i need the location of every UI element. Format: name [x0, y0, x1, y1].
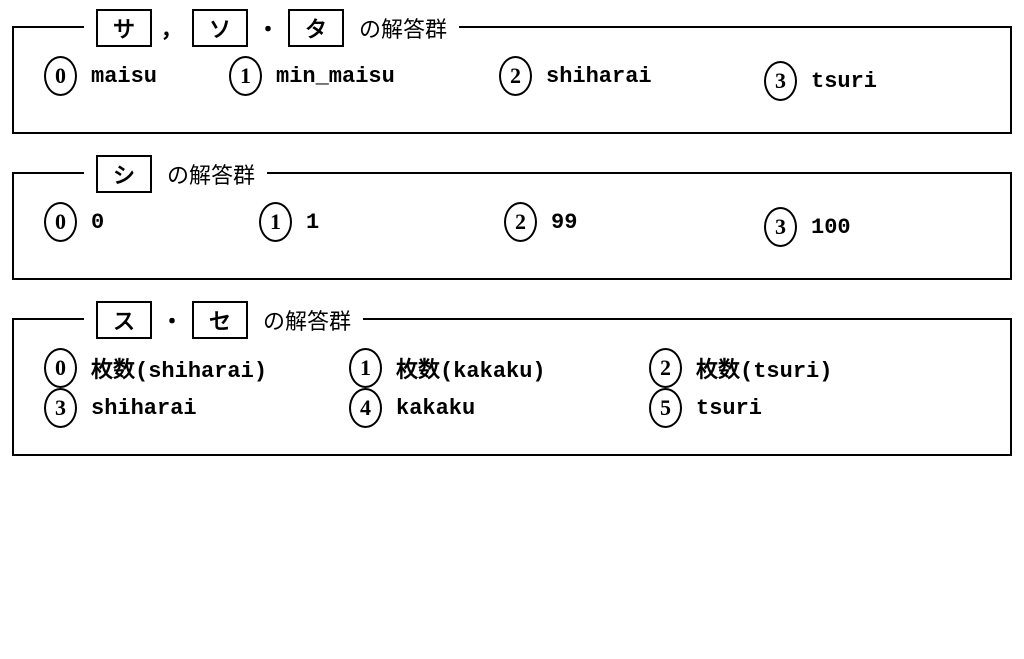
separator-comma: ， [161, 12, 183, 44]
option-1: 1 1 [259, 202, 504, 242]
option-3: 3 100 [764, 207, 851, 247]
label-box-su: ス [96, 301, 152, 339]
option-1: 1 枚数(kakaku) [349, 348, 649, 388]
legend-2: シ の解答群 [84, 155, 267, 193]
option-2: 2 99 [504, 202, 764, 242]
label-box-shi: シ [96, 155, 152, 193]
options-row-3: 0 枚数(shiharai) 1 枚数(kakaku) 2 枚数(tsuri) … [44, 348, 980, 428]
option-num-3: 3 [44, 388, 77, 428]
legend-3: ス ・ セ の解答群 [84, 301, 363, 339]
separator-dot: ・ [257, 12, 279, 44]
legend-suffix: の解答群 [359, 12, 447, 44]
legend-suffix: の解答群 [263, 304, 351, 336]
option-num-5: 5 [649, 388, 682, 428]
answer-group-1: サ ， ソ ・ タ の解答群 0 maisu 1 min_maisu 2 shi… [12, 26, 1012, 134]
option-num-1: 1 [349, 348, 382, 388]
options-row-2: 0 0 1 1 2 99 3 100 [44, 202, 980, 252]
option-0: 0 枚数(shiharai) [44, 348, 349, 388]
option-text-3: 100 [811, 215, 851, 240]
option-3: 3 shiharai [44, 388, 349, 428]
option-text-0: 0 [91, 210, 104, 235]
option-num-0: 0 [44, 56, 77, 96]
option-3: 3 tsuri [764, 61, 877, 101]
label-box-se: セ [192, 301, 248, 339]
option-2: 2 shiharai [499, 56, 764, 96]
answer-group-2: シ の解答群 0 0 1 1 2 99 3 100 [12, 172, 1012, 280]
option-text-1: 枚数(kakaku) [396, 352, 546, 384]
option-num-0: 0 [44, 202, 77, 242]
option-text-1: min_maisu [276, 64, 395, 89]
answer-group-3: ス ・ セ の解答群 0 枚数(shiharai) 1 枚数(kakaku) 2… [12, 318, 1012, 456]
separator-dot: ・ [161, 304, 183, 336]
label-box-sa: サ [96, 9, 152, 47]
label-box-ta: タ [288, 9, 344, 47]
option-num-2: 2 [504, 202, 537, 242]
option-0: 0 maisu [44, 56, 229, 96]
option-text-2: 99 [551, 210, 577, 235]
option-5: 5 tsuri [649, 388, 939, 428]
option-text-2: 枚数(tsuri) [696, 352, 832, 384]
options-row-1: 0 maisu 1 min_maisu 2 shiharai 3 tsuri [44, 56, 980, 106]
option-num-2: 2 [649, 348, 682, 388]
option-num-3: 3 [764, 61, 797, 101]
option-0: 0 0 [44, 202, 259, 242]
option-text-5: tsuri [696, 396, 762, 421]
option-num-2: 2 [499, 56, 532, 96]
option-text-1: 1 [306, 210, 319, 235]
option-1: 1 min_maisu [229, 56, 499, 96]
legend-suffix: の解答群 [167, 158, 255, 190]
option-text-0: 枚数(shiharai) [91, 352, 267, 384]
option-text-3: tsuri [811, 69, 877, 94]
label-box-so: ソ [192, 9, 248, 47]
option-num-3: 3 [764, 207, 797, 247]
option-4: 4 kakaku [349, 388, 649, 428]
option-num-1: 1 [259, 202, 292, 242]
option-text-0: maisu [91, 64, 157, 89]
option-2: 2 枚数(tsuri) [649, 348, 939, 388]
legend-1: サ ， ソ ・ タ の解答群 [84, 9, 459, 47]
option-num-1: 1 [229, 56, 262, 96]
option-num-4: 4 [349, 388, 382, 428]
option-num-0: 0 [44, 348, 77, 388]
option-text-2: shiharai [546, 64, 652, 89]
option-text-4: kakaku [396, 396, 475, 421]
option-text-3: shiharai [91, 396, 197, 421]
